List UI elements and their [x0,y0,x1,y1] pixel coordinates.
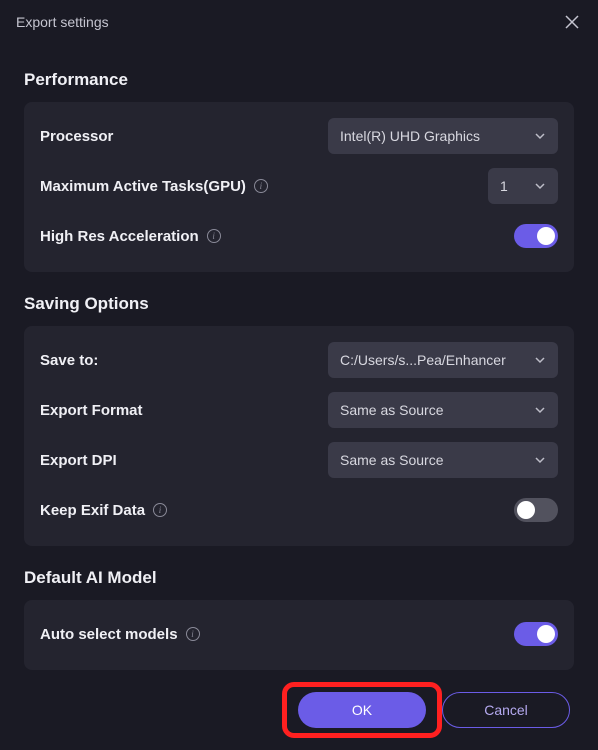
dropdown-processor-value: Intel(R) UHD Graphics [340,128,480,144]
dropdown-export-format-value: Same as Source [340,402,444,418]
toggle-knob [517,501,535,519]
dropdown-max-tasks-value: 1 [500,178,508,194]
row-export-dpi: Export DPI Same as Source [40,440,558,480]
info-icon[interactable]: i [186,627,200,641]
toggle-high-res[interactable] [514,224,558,248]
section-title-ai-model: Default AI Model [24,568,574,588]
label-high-res: High Res Acceleration i [40,228,221,245]
row-max-tasks: Maximum Active Tasks(GPU) i 1 [40,166,558,206]
chevron-down-icon [534,354,546,366]
info-icon[interactable]: i [207,229,221,243]
section-performance: Processor Intel(R) UHD Graphics Maximum … [24,102,574,272]
chevron-down-icon [534,180,546,192]
toggle-knob [537,625,555,643]
info-icon[interactable]: i [254,179,268,193]
label-export-dpi: Export DPI [40,452,117,469]
section-saving: Save to: C:/Users/s...Pea/Enhancer Expor… [24,326,574,546]
dropdown-export-dpi-value: Same as Source [340,452,444,468]
section-title-saving: Saving Options [24,294,574,314]
toggle-auto-select[interactable] [514,622,558,646]
close-icon [565,15,579,29]
row-save-to: Save to: C:/Users/s...Pea/Enhancer [40,340,558,380]
row-export-format: Export Format Same as Source [40,390,558,430]
dropdown-save-to-value: C:/Users/s...Pea/Enhancer [340,352,506,368]
dropdown-processor[interactable]: Intel(R) UHD Graphics [328,118,558,154]
dropdown-export-format[interactable]: Same as Source [328,392,558,428]
label-auto-select: Auto select models i [40,626,200,643]
section-title-performance: Performance [24,70,574,90]
ok-button[interactable]: OK [298,692,426,728]
chevron-down-icon [534,130,546,142]
row-processor: Processor Intel(R) UHD Graphics [40,116,558,156]
dialog-footer: OK Cancel [298,692,570,728]
close-button[interactable] [562,12,582,32]
dropdown-save-to[interactable]: C:/Users/s...Pea/Enhancer [328,342,558,378]
toggle-knob [537,227,555,245]
titlebar: Export settings [0,0,598,38]
dialog-title: Export settings [16,14,109,30]
section-ai-model: Auto select models i [24,600,574,670]
cancel-button[interactable]: Cancel [442,692,570,728]
label-processor: Processor [40,128,113,145]
toggle-keep-exif[interactable] [514,498,558,522]
dropdown-max-tasks[interactable]: 1 [488,168,558,204]
label-export-format: Export Format [40,402,143,419]
dialog-content: Performance Processor Intel(R) UHD Graph… [0,38,598,670]
info-icon[interactable]: i [153,503,167,517]
row-high-res: High Res Acceleration i [40,216,558,256]
label-max-tasks: Maximum Active Tasks(GPU) i [40,178,268,195]
chevron-down-icon [534,454,546,466]
label-save-to: Save to: [40,352,98,369]
row-keep-exif: Keep Exif Data i [40,490,558,530]
row-auto-select: Auto select models i [40,614,558,654]
chevron-down-icon [534,404,546,416]
label-keep-exif: Keep Exif Data i [40,502,167,519]
dropdown-export-dpi[interactable]: Same as Source [328,442,558,478]
